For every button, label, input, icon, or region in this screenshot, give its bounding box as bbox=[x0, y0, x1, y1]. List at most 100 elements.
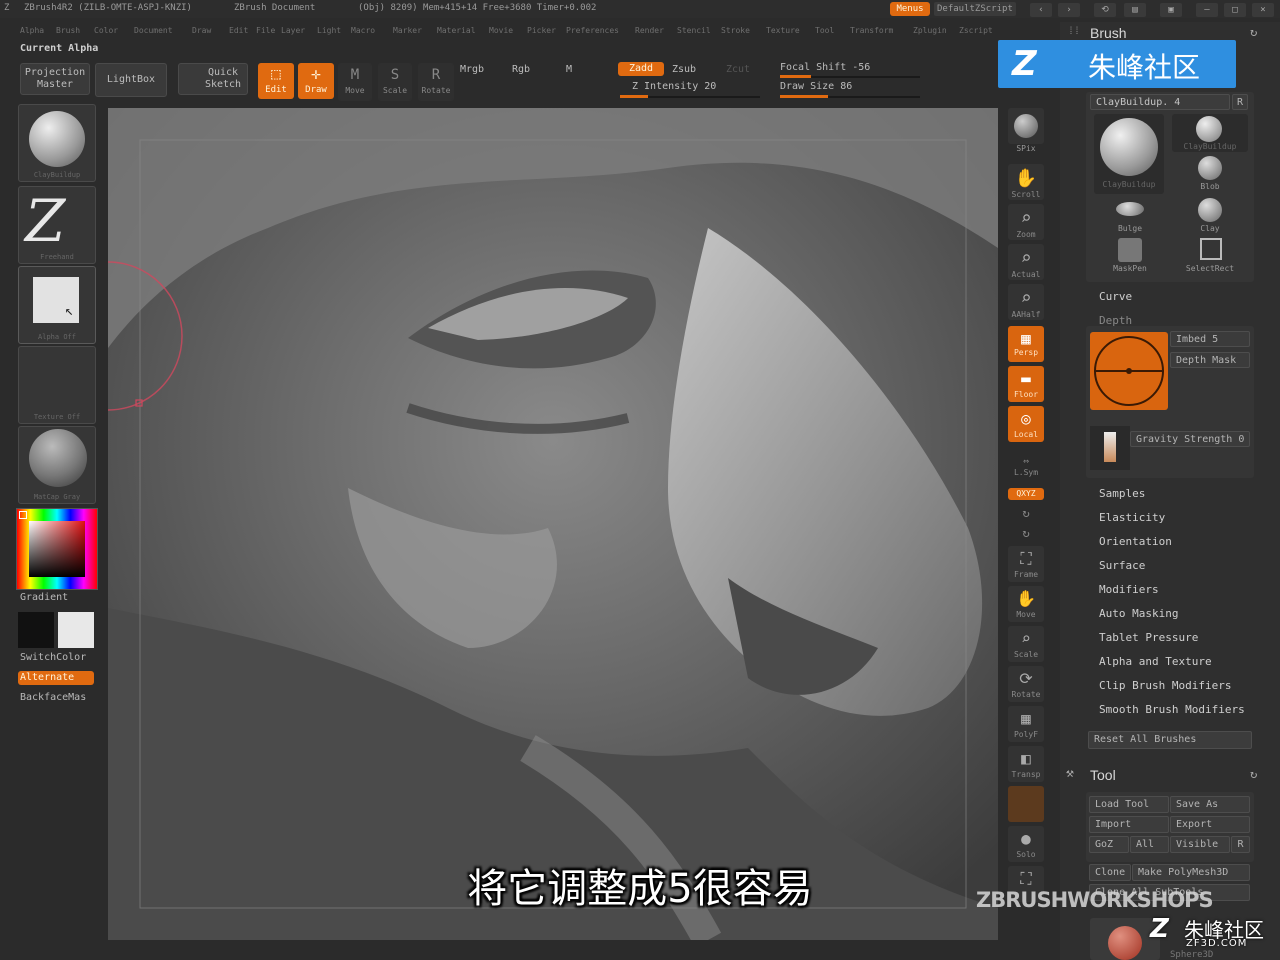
menu-movie[interactable]: Movie bbox=[489, 26, 513, 35]
clone-button[interactable]: Clone bbox=[1089, 864, 1131, 881]
brush-thumbnail[interactable]: ClayBuildup bbox=[18, 104, 96, 182]
layout-icon[interactable]: ▤ bbox=[1124, 3, 1146, 17]
mrgb-button[interactable]: Mrgb bbox=[460, 64, 484, 75]
next-icon[interactable]: › bbox=[1058, 3, 1080, 17]
brush-current-slider[interactable]: ClayBuildup. 4 bbox=[1090, 94, 1230, 110]
color-picker[interactable] bbox=[16, 508, 98, 590]
menu-zscript[interactable]: Zscript bbox=[959, 26, 993, 35]
goz-all-button[interactable]: All bbox=[1130, 836, 1169, 853]
brush-thumb-maskpen[interactable]: MaskPen bbox=[1092, 236, 1168, 274]
menu-layer[interactable]: Layer bbox=[281, 26, 305, 35]
brush-current-thumb[interactable]: ClayBuildup bbox=[1094, 114, 1164, 194]
edit-button[interactable]: ⬚ Edit bbox=[258, 63, 294, 99]
export-button[interactable]: Export bbox=[1170, 816, 1250, 833]
zadd-button[interactable]: Zadd bbox=[618, 62, 664, 76]
elasticity-section[interactable]: Elasticity bbox=[1099, 511, 1165, 524]
menu-stencil[interactable]: Stencil bbox=[677, 26, 711, 35]
maximize-icon[interactable]: □ bbox=[1224, 3, 1246, 17]
scale-button[interactable]: S Scale bbox=[378, 63, 412, 101]
menus-button[interactable]: Menus bbox=[890, 2, 930, 16]
prev-icon[interactable]: ‹ bbox=[1030, 3, 1052, 17]
menu-marker[interactable]: Marker bbox=[393, 26, 422, 35]
goz-button[interactable]: GoZ bbox=[1089, 836, 1129, 853]
menu-draw[interactable]: Draw bbox=[192, 26, 211, 35]
brush-thumb-claybuildup[interactable]: ClayBuildup bbox=[1172, 114, 1248, 152]
lock-icon[interactable]: ▣ bbox=[1160, 3, 1182, 17]
menu-file[interactable]: File bbox=[256, 26, 275, 35]
menu-macro[interactable]: Macro bbox=[351, 26, 375, 35]
color-picker-square[interactable] bbox=[29, 521, 85, 577]
menu-tool[interactable]: Tool bbox=[815, 26, 834, 35]
menu-stroke[interactable]: Stroke bbox=[721, 26, 750, 35]
lightbox-button[interactable]: LightBox bbox=[95, 63, 167, 97]
zsub-button[interactable]: Zsub bbox=[672, 64, 696, 75]
bpr-button[interactable] bbox=[1008, 108, 1044, 144]
orientation-section[interactable]: Orientation bbox=[1099, 535, 1172, 548]
menu-material[interactable]: Material bbox=[437, 26, 476, 35]
xyz-button[interactable]: QXYZ bbox=[1008, 488, 1044, 500]
primary-color-swatch[interactable] bbox=[58, 612, 94, 648]
backface-mask-button[interactable]: BackfaceMas bbox=[20, 692, 86, 703]
auto-masking-section[interactable]: Auto Masking bbox=[1099, 607, 1178, 620]
projection-master-button[interactable]: Projection Master bbox=[20, 63, 90, 95]
move-button[interactable]: M Move bbox=[338, 63, 372, 101]
canvas-viewport[interactable] bbox=[108, 108, 998, 940]
rotate-ui-icon[interactable]: ⟲ bbox=[1094, 3, 1116, 17]
rotate-z-icon[interactable]: ↻ bbox=[1006, 526, 1046, 540]
menu-transform[interactable]: Transform bbox=[850, 26, 893, 35]
save-as-button[interactable]: Save As bbox=[1170, 796, 1250, 813]
menu-preferences[interactable]: Preferences bbox=[566, 26, 619, 35]
switch-color-button[interactable]: SwitchColor bbox=[20, 652, 86, 663]
clip-brush-modifiers-section[interactable]: Clip Brush Modifiers bbox=[1099, 679, 1231, 692]
menu-picker[interactable]: Picker bbox=[527, 26, 556, 35]
gravity-strength-slider[interactable]: Gravity Strength 0 bbox=[1130, 431, 1250, 447]
menu-zplugin[interactable]: Zplugin bbox=[913, 26, 947, 35]
alpha-texture-section[interactable]: Alpha and Texture bbox=[1099, 655, 1212, 668]
close-icon[interactable]: × bbox=[1252, 3, 1274, 17]
color-picker-marker[interactable] bbox=[19, 511, 27, 519]
gravity-thumb[interactable] bbox=[1090, 426, 1130, 470]
texture-thumbnail[interactable]: Texture Off bbox=[18, 346, 96, 424]
stroke-thumbnail[interactable]: Z Freehand bbox=[18, 186, 96, 264]
material-thumbnail[interactable]: MatCap Gray bbox=[18, 426, 96, 504]
gradient-label[interactable]: Gradient bbox=[20, 592, 68, 603]
brush-thumb-selectrect[interactable]: SelectRect bbox=[1172, 236, 1248, 274]
tablet-pressure-section[interactable]: Tablet Pressure bbox=[1099, 631, 1198, 644]
spix-label[interactable]: SPix bbox=[1006, 144, 1046, 153]
quick-sketch-button[interactable]: Quick Sketch bbox=[178, 63, 248, 95]
menu-render[interactable]: Render bbox=[635, 26, 664, 35]
brush-panel-refresh-icon[interactable]: ↻ bbox=[1250, 25, 1257, 39]
menu-document[interactable]: Document bbox=[134, 26, 173, 35]
imbed-slider[interactable]: Imbed 5 bbox=[1170, 331, 1250, 347]
samples-section[interactable]: Samples bbox=[1099, 487, 1145, 500]
depth-mask-button[interactable]: Depth Mask bbox=[1170, 352, 1250, 368]
reset-all-brushes-button[interactable]: Reset All Brushes bbox=[1088, 731, 1252, 749]
make-polymesh3d-button[interactable]: Make PolyMesh3D bbox=[1132, 864, 1250, 881]
goz-r-button[interactable]: R bbox=[1231, 836, 1250, 853]
menu-light[interactable]: Light bbox=[317, 26, 341, 35]
goz-visible-button[interactable]: Visible bbox=[1170, 836, 1230, 853]
drag-grip-icon[interactable]: ⁞⁞ bbox=[1068, 26, 1080, 38]
lsym-button[interactable]: L.Sym bbox=[1006, 468, 1046, 477]
rotate-y-icon[interactable]: ↻ bbox=[1006, 506, 1046, 520]
load-tool-button[interactable]: Load Tool bbox=[1089, 796, 1169, 813]
menu-texture[interactable]: Texture bbox=[766, 26, 800, 35]
brush-r-button[interactable]: R bbox=[1232, 94, 1248, 110]
brush-panel-title[interactable]: Brush bbox=[1090, 25, 1127, 41]
tool-panel-title[interactable]: Tool bbox=[1090, 767, 1116, 783]
rgb-button[interactable]: Rgb bbox=[512, 64, 530, 75]
menu-color[interactable]: Color bbox=[94, 26, 118, 35]
zcut-button[interactable]: Zcut bbox=[726, 64, 750, 75]
surface-section[interactable]: Surface bbox=[1099, 559, 1145, 572]
alternate-button[interactable]: Alternate bbox=[18, 671, 94, 685]
depth-gauge[interactable] bbox=[1090, 332, 1168, 410]
smooth-brush-modifiers-section[interactable]: Smooth Brush Modifiers bbox=[1099, 703, 1245, 716]
menu-brush[interactable]: Brush bbox=[56, 26, 80, 35]
rotate-button[interactable]: R Rotate bbox=[418, 63, 454, 101]
secondary-color-swatch[interactable] bbox=[18, 612, 54, 648]
brush-thumb-blob[interactable]: Blob bbox=[1172, 154, 1248, 192]
menu-alpha[interactable]: Alpha bbox=[20, 26, 44, 35]
import-button[interactable]: Import bbox=[1089, 816, 1169, 833]
default-zscript-button[interactable]: DefaultZScript bbox=[934, 2, 1016, 16]
alpha-thumbnail[interactable]: ↖ Alpha Off bbox=[18, 266, 96, 344]
